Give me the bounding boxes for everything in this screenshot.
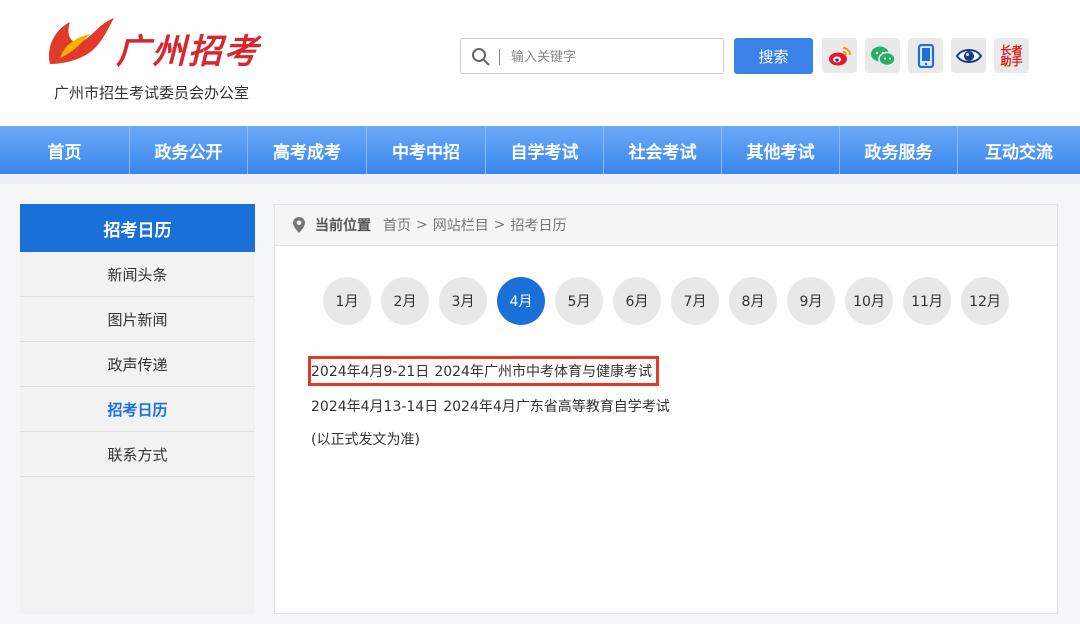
breadcrumb: 当前位置 首页 > 网站栏目 > 招考日历	[275, 205, 1057, 246]
nav-item-self-study-exam[interactable]: 自学考试	[486, 126, 604, 174]
month-button-jun[interactable]: 6月	[613, 277, 661, 325]
month-button-dec[interactable]: 12月	[961, 277, 1009, 325]
accessibility-button[interactable]	[951, 38, 986, 73]
event-item[interactable]: 2024年4月13-14日 2024年4月广东省高等教育自学考试	[311, 396, 670, 416]
event-title: 2024年4月广东省高等教育自学考试	[443, 399, 670, 415]
main-nav: 首页 政务公开 高考成考 中考中招 自学考试 社会考试 其他考试 政务服务 互动…	[0, 126, 1080, 174]
nav-item-government-affairs[interactable]: 政务公开	[130, 126, 248, 174]
month-button-nov[interactable]: 11月	[903, 277, 951, 325]
month-selector: 1月 2月 3月 4月 5月 6月 7月 8月 9月 10月 11月 12月	[323, 277, 1019, 325]
logo-subtitle: 广州市招生考试委员会办公室	[54, 84, 250, 102]
month-button-apr[interactable]: 4月	[497, 277, 545, 325]
breadcrumb-exam-calendar[interactable]: 招考日历	[510, 215, 566, 235]
breadcrumb-home[interactable]: 首页	[383, 215, 411, 235]
month-button-jan[interactable]: 1月	[323, 277, 371, 325]
elder-assistant-button[interactable]: 长者助手	[994, 38, 1029, 73]
month-button-aug[interactable]: 8月	[729, 277, 777, 325]
nav-item-zhongkao[interactable]: 中考中招	[367, 126, 486, 174]
sidebar-item-contact[interactable]: 联系方式	[20, 432, 255, 477]
search-icon	[472, 48, 490, 66]
month-button-sep[interactable]: 9月	[787, 277, 835, 325]
month-button-mar[interactable]: 3月	[439, 277, 487, 325]
nav-item-home[interactable]: 首页	[0, 126, 130, 174]
nav-item-other-exam[interactable]: 其他考试	[722, 126, 840, 174]
weibo-icon	[828, 46, 851, 65]
sidebar-item-photo-news[interactable]: 图片新闻	[20, 297, 255, 342]
sidebar-item-headline-news[interactable]: 新闻头条	[20, 252, 255, 297]
logo-mark-icon	[48, 18, 114, 64]
search-button[interactable]: 搜索	[734, 38, 813, 74]
wechat-button[interactable]	[865, 38, 900, 73]
month-button-oct[interactable]: 10月	[845, 277, 893, 325]
sidebar-item-gov-voice[interactable]: 政声传递	[20, 342, 255, 387]
event-item[interactable]: 2024年4月9-21日 2024年广州市中考体育与健康考试	[308, 356, 659, 386]
site-logo[interactable]: 广州招考 广州市招生考试委员会办公室	[40, 8, 280, 108]
month-button-jul[interactable]: 7月	[671, 277, 719, 325]
sidebar: 招考日历 新闻头条 图片新闻 政声传递 招考日历 联系方式	[20, 204, 255, 614]
breadcrumb-separator: >	[416, 217, 428, 233]
mobile-button[interactable]	[908, 38, 943, 73]
nav-item-interaction[interactable]: 互动交流	[958, 126, 1080, 174]
elder-assistant-icon: 长者助手	[1000, 43, 1023, 68]
sidebar-item-exam-calendar[interactable]: 招考日历	[20, 387, 255, 432]
location-pin-icon	[293, 217, 305, 233]
nav-item-gaokao[interactable]: 高考成考	[248, 126, 367, 174]
search-box	[460, 38, 724, 74]
search-input[interactable]	[509, 43, 718, 71]
breadcrumb-separator: >	[493, 217, 506, 233]
nav-item-social-exam[interactable]: 社会考试	[604, 126, 722, 174]
month-button-feb[interactable]: 2月	[381, 277, 429, 325]
calendar-note: (以正式发文为准)	[311, 432, 420, 448]
site-header: 广州招考 广州市招生考试委员会办公室 搜索	[0, 0, 1080, 126]
search-divider	[499, 49, 500, 65]
nav-divider	[0, 174, 1080, 184]
mobile-icon	[917, 43, 934, 68]
breadcrumb-title: 当前位置	[315, 218, 371, 234]
weibo-button[interactable]	[822, 38, 857, 73]
month-button-may[interactable]: 5月	[555, 277, 603, 325]
main-panel: 当前位置 首页 > 网站栏目 > 招考日历 1月 2月 3月 4月 5月 6月 …	[274, 204, 1058, 614]
event-date: 2024年4月9-21日	[311, 364, 430, 380]
breadcrumb-site-section[interactable]: 网站栏目	[433, 215, 489, 235]
sidebar-title: 招考日历	[20, 204, 255, 252]
event-title: 2024年广州市中考体育与健康考试	[434, 364, 652, 380]
event-date: 2024年4月13-14日	[311, 399, 439, 415]
wechat-icon	[870, 46, 896, 66]
nav-item-services[interactable]: 政务服务	[840, 126, 958, 174]
eye-icon	[955, 48, 982, 63]
logo-text: 广州招考	[116, 32, 260, 72]
